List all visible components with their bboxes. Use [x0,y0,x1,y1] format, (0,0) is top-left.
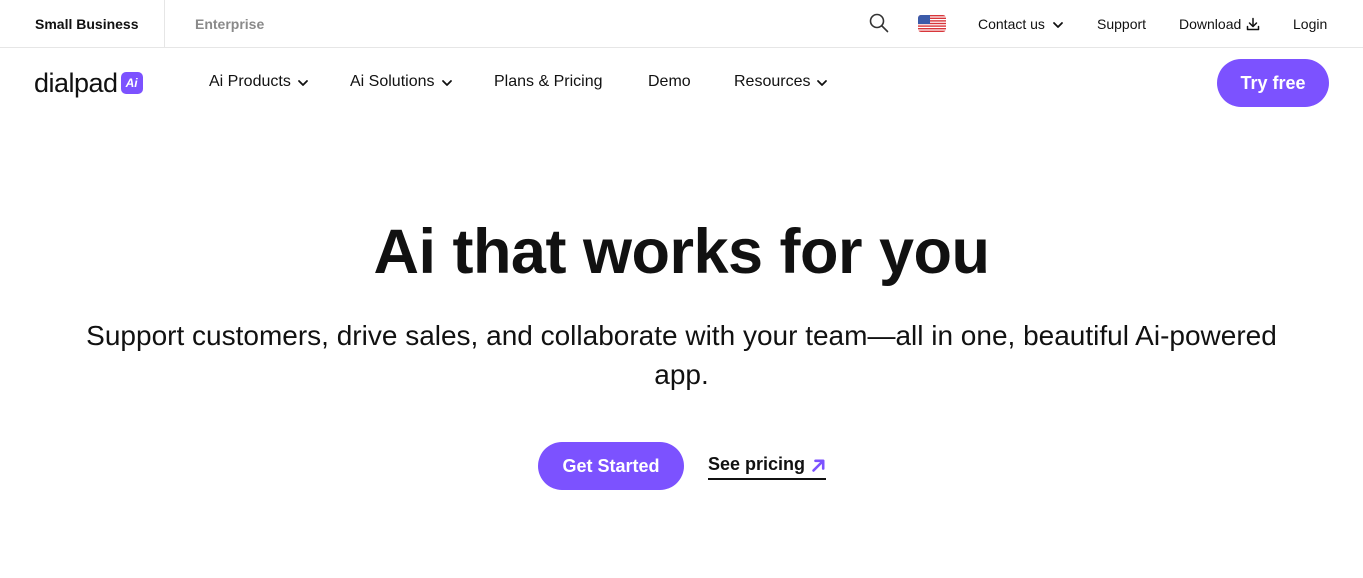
dialpad-logo[interactable]: dialpad Ai [34,66,143,100]
hero-subtitle: Support customers, drive sales, and coll… [86,320,1277,390]
us-flag-icon[interactable] [918,15,946,32]
contact-us-link[interactable]: Contact us [978,0,1064,47]
nav-plans-pricing[interactable]: Plans & Pricing [494,48,603,116]
segment-small-business[interactable]: Small Business [35,0,139,47]
chevron-down-icon [441,76,453,88]
arrow-up-right-icon [811,457,826,472]
chevron-down-icon [1052,18,1064,30]
see-pricing-link[interactable]: See pricing [708,452,827,480]
download-label: Download [1179,15,1242,32]
download-icon [1246,17,1260,31]
logo-ai-badge: Ai [120,72,143,94]
support-link[interactable]: Support [1097,0,1146,47]
nav-ai-products[interactable]: Ai Products [209,48,309,116]
login-link[interactable]: Login [1293,0,1327,47]
try-free-button[interactable]: Try free [1217,59,1329,107]
nav-ai-solutions[interactable]: Ai Solutions [350,48,453,116]
see-pricing-label: See pricing [708,453,806,474]
get-started-button[interactable]: Get Started [538,442,684,490]
search-icon[interactable] [868,12,890,34]
segment-divider [164,0,165,47]
logo-text: dialpad [34,67,118,98]
main-navigation: dialpad Ai Ai Products Ai Solutions Plan… [0,48,1363,116]
segment-enterprise[interactable]: Enterprise [195,0,264,47]
nav-ai-products-label: Ai Products [209,73,291,90]
hero-title: Ai that works for you [373,217,990,287]
contact-us-label: Contact us [978,15,1045,32]
nav-resources[interactable]: Resources [734,48,828,116]
nav-ai-solutions-label: Ai Solutions [350,73,435,90]
download-link[interactable]: Download [1179,0,1260,47]
nav-resources-label: Resources [734,73,811,90]
chevron-down-icon [297,76,309,88]
top-utility-bar: Small Business Enterprise Contact us Sup… [0,0,1363,48]
nav-demo[interactable]: Demo [648,48,691,116]
chevron-down-icon [816,76,828,88]
